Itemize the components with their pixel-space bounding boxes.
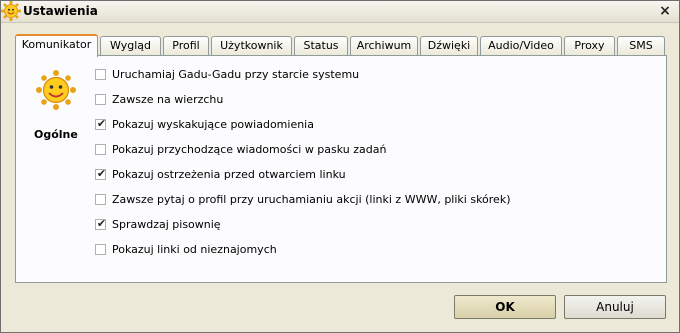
tab-uzytkownik[interactable]: Użytkownik — [211, 36, 292, 55]
option-label: Pokazuj ostrzeżenia przed otwarciem link… — [112, 168, 346, 181]
option-label: Sprawdzaj pisownię — [112, 218, 221, 231]
option-label: Pokazuj linki od nieznajomych — [112, 243, 277, 256]
settings-panel: Ogólne Uruchamiaj Gadu-Gadu przy starcie… — [15, 55, 667, 283]
checkbox[interactable] — [95, 244, 106, 255]
option-label: Zawsze na wierzchu — [112, 93, 224, 106]
option-label: Pokazuj przychodzące wiadomości w pasku … — [112, 143, 387, 156]
checkbox[interactable] — [95, 144, 106, 155]
checkbox[interactable]: ✔ — [95, 117, 106, 130]
option-label: Uruchamiaj Gadu-Gadu przy starcie system… — [112, 68, 360, 81]
cancel-button[interactable]: Anuluj — [564, 295, 666, 319]
option-label: Zawsze pytaj o profil przy uruchamianiu … — [112, 193, 511, 206]
sun-smiley-icon — [1, 1, 21, 21]
checkbox[interactable]: ✔ — [95, 217, 106, 230]
checkbox[interactable] — [95, 69, 106, 80]
tab-wyglad[interactable]: Wygląd — [100, 36, 161, 55]
checkbox[interactable] — [95, 94, 106, 105]
tab-dzwieki[interactable]: Dźwięki — [420, 36, 478, 55]
tab-profil[interactable]: Profil — [163, 36, 209, 55]
sun-smiley-icon — [36, 70, 76, 110]
ok-button[interactable]: OK — [454, 295, 556, 319]
title-bar[interactable]: Ustawienia × — [1, 1, 679, 23]
tab-sms[interactable]: SMS — [617, 36, 665, 55]
tab-status[interactable]: Status — [294, 36, 348, 55]
close-icon[interactable]: × — [657, 3, 673, 19]
window-title: Ustawienia — [23, 4, 98, 18]
section-label: Ogólne — [34, 128, 78, 141]
option-label: Pokazuj wyskakujące powiadomienia — [112, 118, 314, 131]
checkbox[interactable] — [95, 194, 106, 205]
tab-audio-video[interactable]: Audio/Video — [480, 36, 562, 55]
checkbox[interactable]: ✔ — [95, 167, 106, 180]
tab-proxy[interactable]: Proxy — [564, 36, 615, 55]
settings-window: Ustawienia × Komunikator Wygląd Profil U… — [0, 0, 680, 333]
tab-archiwum[interactable]: Archiwum — [350, 36, 418, 55]
tab-komunikator[interactable]: Komunikator — [15, 34, 98, 57]
